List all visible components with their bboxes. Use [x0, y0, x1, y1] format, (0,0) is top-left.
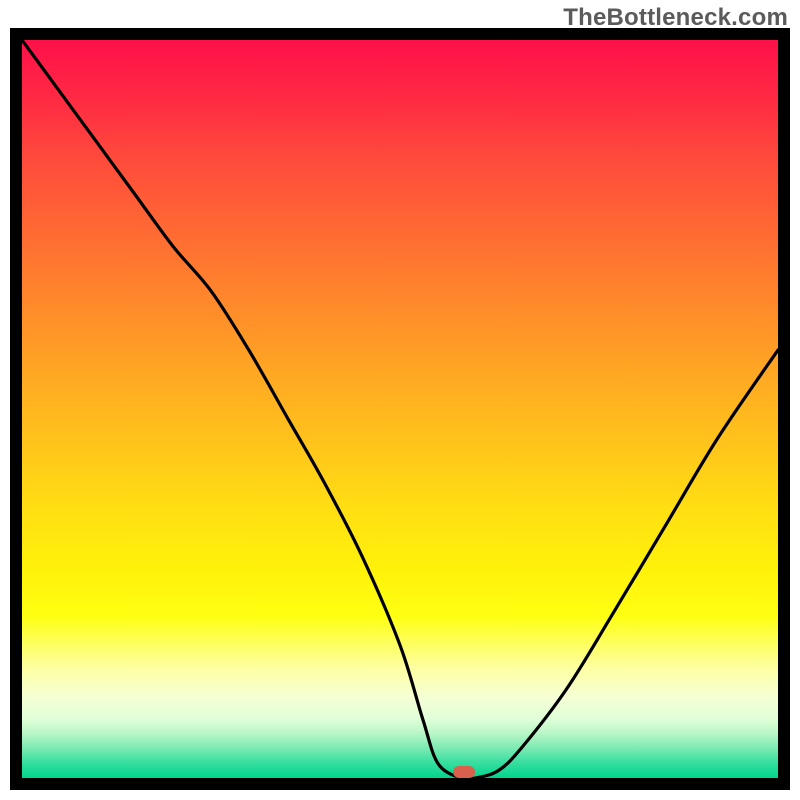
chart-frame: TheBottleneck.com: [0, 0, 800, 800]
bottleneck-curve: [22, 40, 778, 778]
plot-area: [10, 28, 790, 790]
optimal-point-marker: [453, 766, 475, 778]
watermark-text: TheBottleneck.com: [563, 4, 788, 32]
